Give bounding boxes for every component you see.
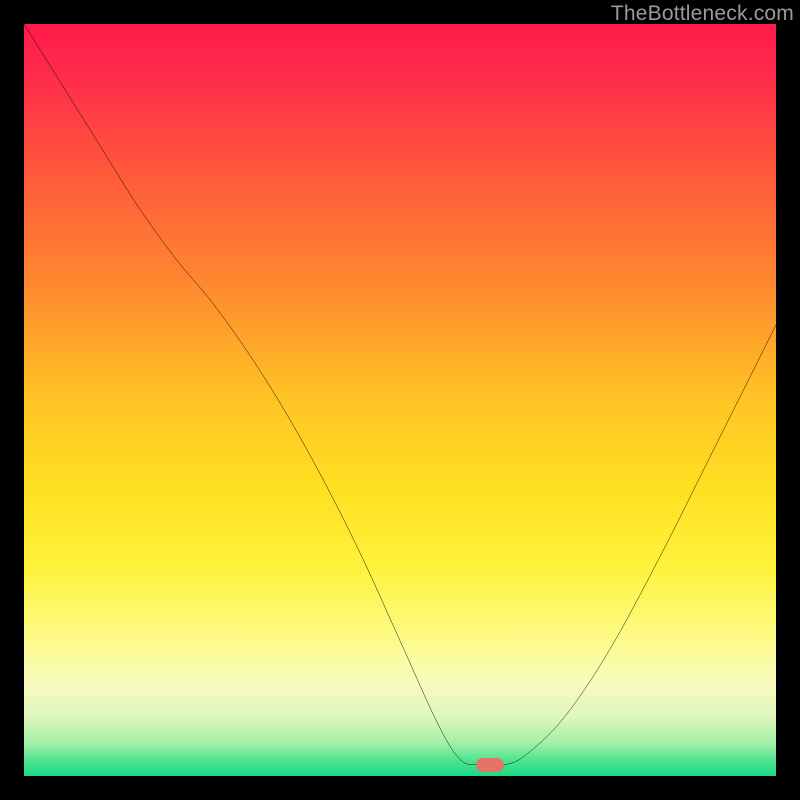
plot-area — [24, 24, 776, 776]
watermark-text: TheBottleneck.com — [611, 2, 794, 26]
optimal-marker — [476, 758, 504, 772]
bottleneck-curve — [24, 24, 776, 776]
chart-frame: TheBottleneck.com — [0, 0, 800, 800]
